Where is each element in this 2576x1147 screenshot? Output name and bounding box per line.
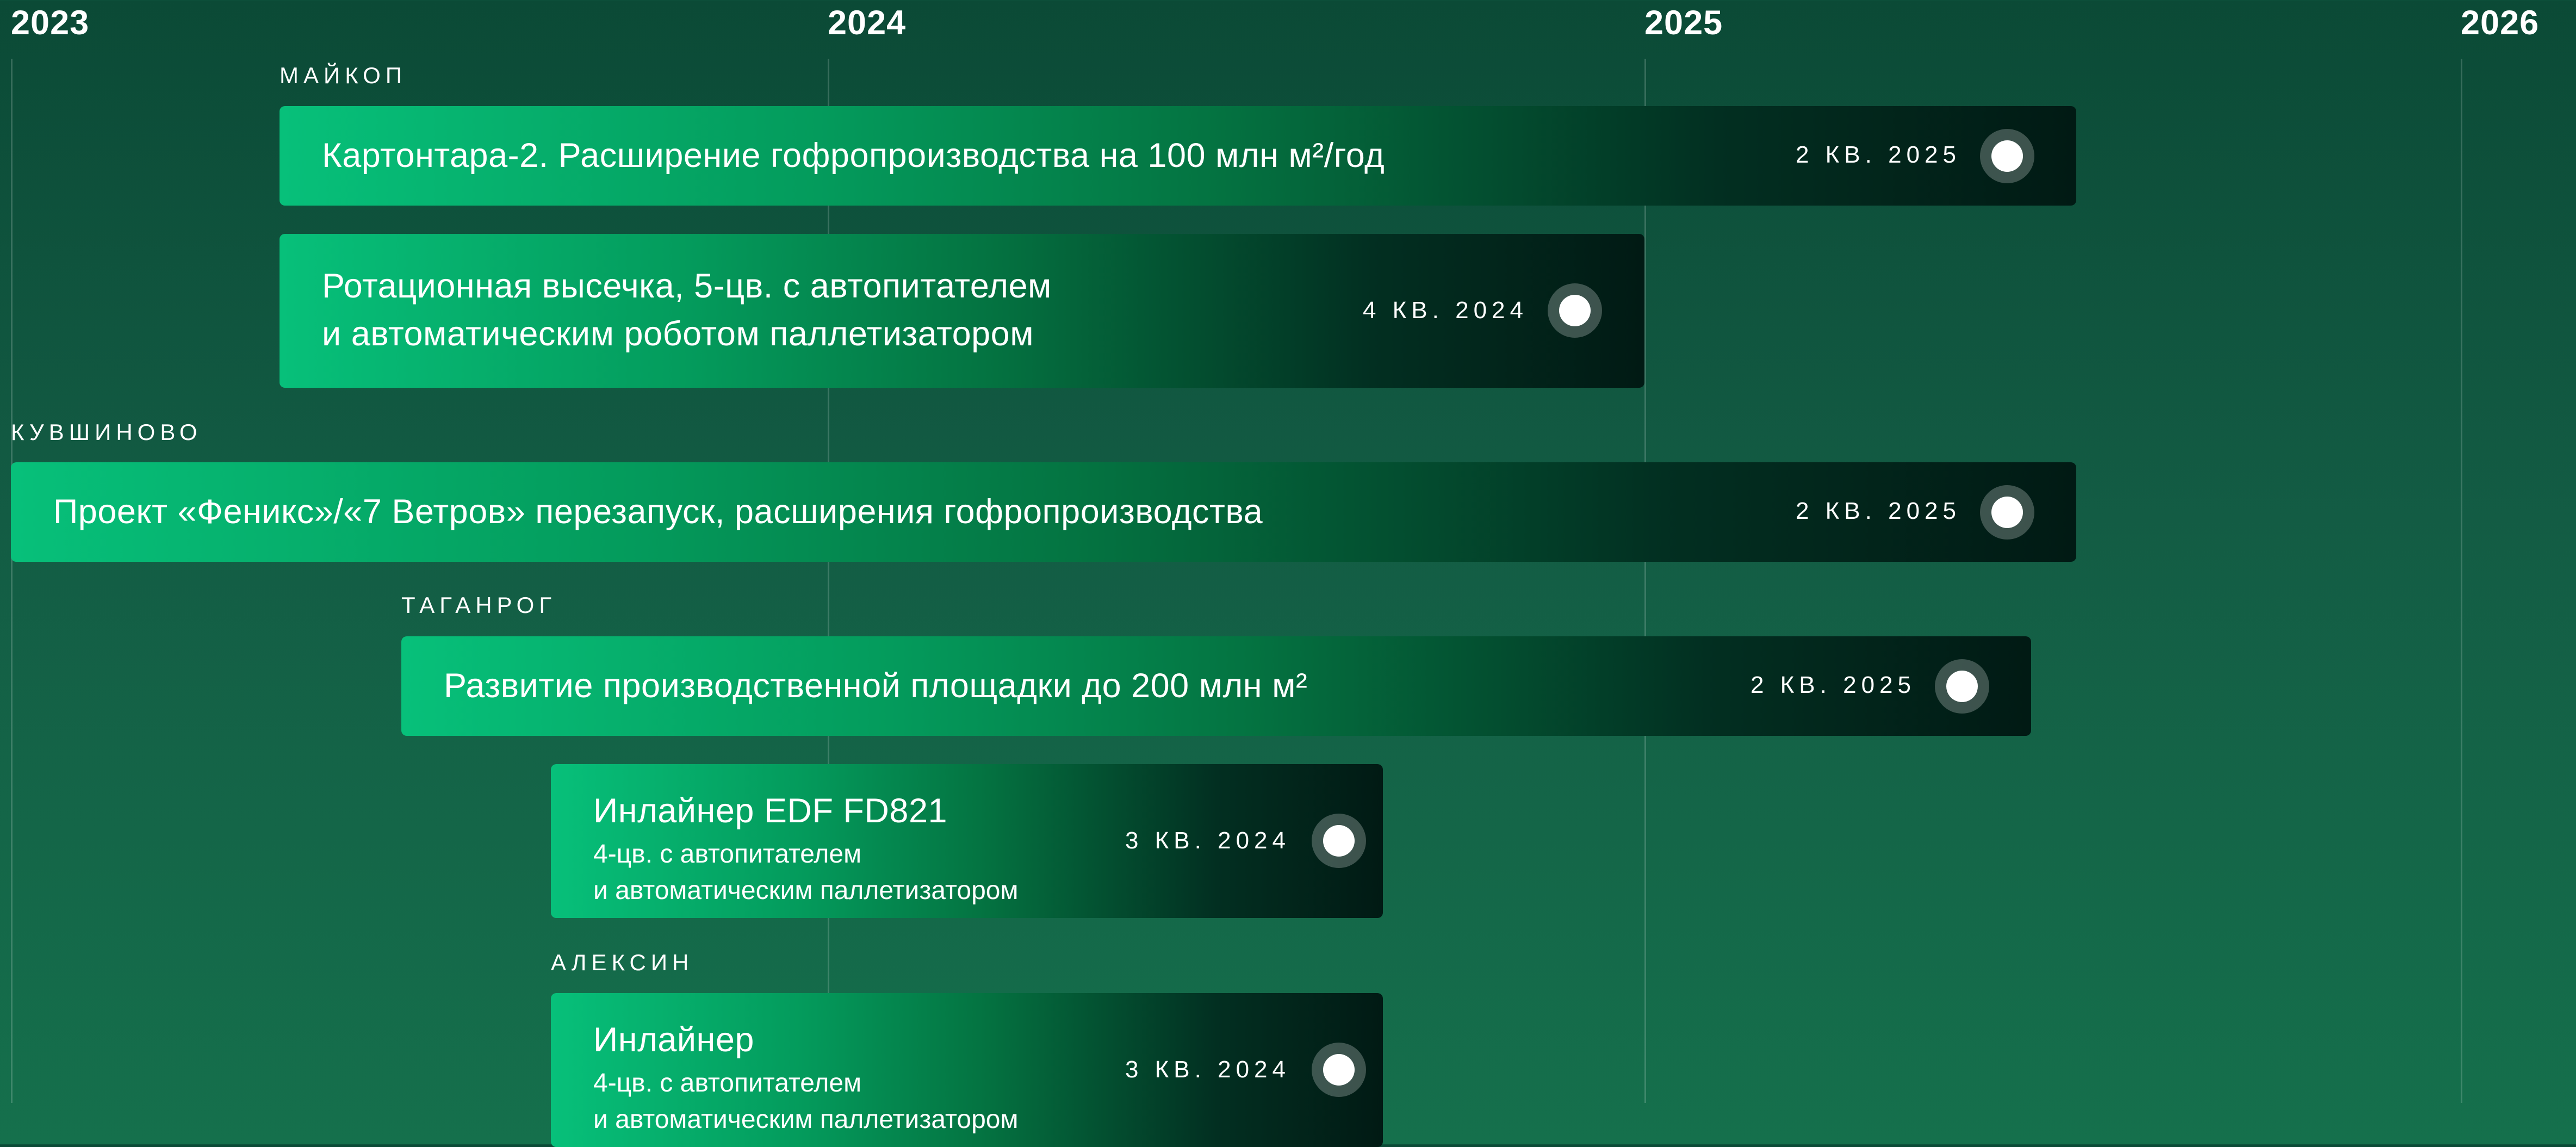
project-bar-inliner-aleksin[interactable]: Инлайнер 4-цв. с автопитателем и автомат… xyxy=(551,993,1383,1147)
project-quarter: 2 КВ. 2025 xyxy=(1750,672,1916,698)
project-subtitle-line2: и автоматическим паллетизатором xyxy=(593,876,1019,905)
group-label-maykop: МАЙКОП xyxy=(280,63,407,88)
project-quarter: 3 КВ. 2024 xyxy=(1125,1056,1290,1083)
project-bar-kartontara-2[interactable]: Картонтара-2. Расширение гофропроизводст… xyxy=(280,106,2076,206)
project-quarter: 3 КВ. 2024 xyxy=(1125,827,1290,854)
year-label-2024: 2024 xyxy=(828,4,907,42)
project-quarter: 2 КВ. 2025 xyxy=(1795,141,1961,168)
project-bar-rotary-die-cutter[interactable]: Ротационная высечка, 5-цв. с автопитател… xyxy=(280,234,1644,388)
group-label-taganrog: ТАГАНРОГ xyxy=(401,592,557,618)
year-gridline-2026 xyxy=(2461,59,2462,1103)
group-label-kuvshinovo: КУВШИНОВО xyxy=(11,419,202,445)
year-label-2025: 2025 xyxy=(1644,4,1723,42)
project-title: Проект «Феникс»/«7 Ветров» перезапуск, р… xyxy=(53,493,1263,531)
project-title-line2: и автоматическим роботом паллетизатором xyxy=(322,315,1034,353)
project-quarter: 4 КВ. 2024 xyxy=(1362,297,1528,324)
project-title: Инлайнер EDF FD821 xyxy=(593,792,948,830)
milestone-marker-icon xyxy=(1548,283,1602,338)
project-quarter: 2 КВ. 2025 xyxy=(1795,498,1961,524)
project-title: Инлайнер xyxy=(593,1021,754,1059)
milestone-marker-icon xyxy=(1980,485,2034,540)
project-title-line1: Ротационная высечка, 5-цв. с автопитател… xyxy=(322,267,1052,305)
year-gridline-2023 xyxy=(11,59,13,1103)
milestone-marker-icon xyxy=(1935,659,1989,714)
project-subtitle-line1: 4-цв. с автопитателем xyxy=(593,1069,862,1098)
project-bar-taganrog-site[interactable]: Развитие производственной площадки до 20… xyxy=(401,636,2031,736)
milestone-marker-icon xyxy=(1312,814,1366,868)
year-gridline-2024 xyxy=(828,59,829,1103)
project-title: Развитие производственной площадки до 20… xyxy=(444,667,1308,705)
year-label-2026: 2026 xyxy=(2461,4,2540,42)
project-subtitle-line2: и автоматическим паллетизатором xyxy=(593,1105,1019,1134)
project-bar-feniks[interactable]: Проект «Феникс»/«7 Ветров» перезапуск, р… xyxy=(11,462,2076,562)
project-title: Картонтара-2. Расширение гофропроизводст… xyxy=(322,137,1385,175)
year-gridline-2025 xyxy=(1644,59,1646,1103)
milestone-marker-icon xyxy=(1980,129,2034,183)
project-bar-inliner-edf[interactable]: Инлайнер EDF FD821 4-цв. с автопитателем… xyxy=(551,764,1383,918)
year-label-2023: 2023 xyxy=(11,4,90,42)
group-label-aleksin: АЛЕКСИН xyxy=(551,950,694,975)
milestone-marker-icon xyxy=(1312,1043,1366,1097)
project-subtitle-line1: 4-цв. с автопитателем xyxy=(593,840,862,869)
